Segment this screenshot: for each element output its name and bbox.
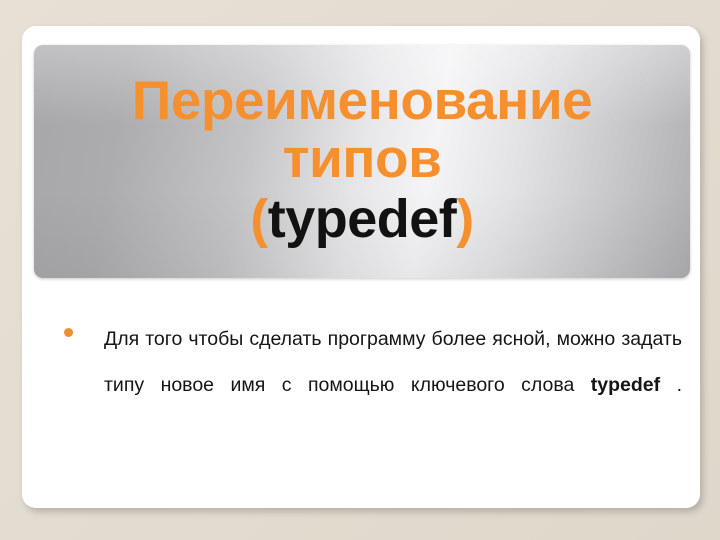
slide-content-card: Переименование типов (typedef) Для того … — [22, 26, 700, 508]
list-item: Для того чтобы сделать программу более я… — [52, 316, 682, 454]
slide-title-line-2: типов — [282, 126, 442, 189]
bullet-dot-icon — [64, 328, 73, 337]
slide-body-block: Для того чтобы сделать программу более я… — [52, 316, 682, 454]
title-open-paren: ( — [250, 189, 268, 250]
bullet-keyword-typedef: typedef — [590, 374, 661, 397]
slide-title-line-1: Переименование — [131, 68, 593, 131]
bullet-text-after-keyword: . — [660, 374, 682, 397]
bullet-text: Для того чтобы сделать программу более я… — [104, 316, 682, 454]
title-keyword-typedef: typedef — [267, 189, 457, 250]
title-close-paren: ) — [456, 189, 474, 250]
slide-root: Переименование типов (typedef) Для того … — [0, 0, 720, 540]
slide-title-line-3: (typedef) — [34, 192, 690, 247]
slide-title-plate: Переименование типов (typedef) — [34, 45, 690, 278]
